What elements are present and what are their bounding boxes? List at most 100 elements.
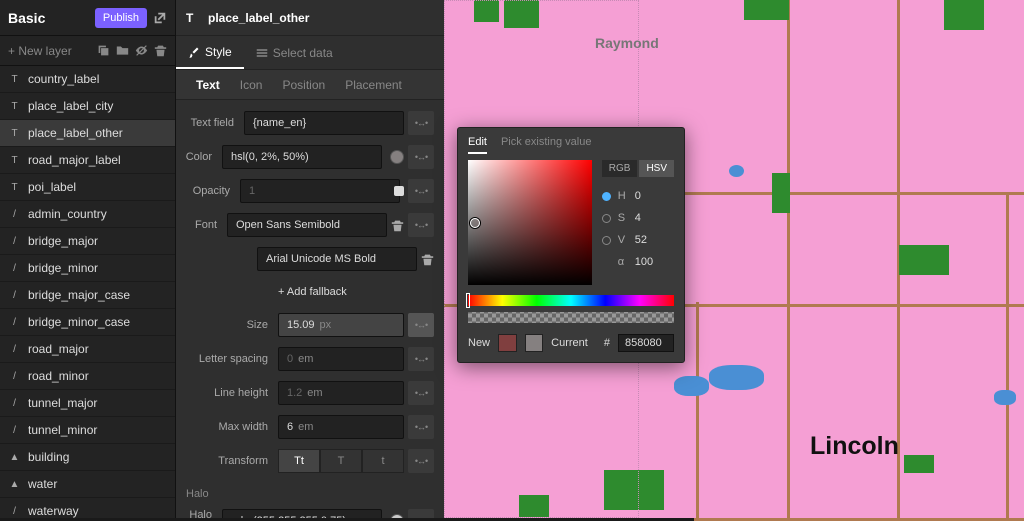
saturation-value-field[interactable]: [468, 160, 592, 285]
channel-radio-H[interactable]: [602, 192, 611, 201]
layer-item-admin_country[interactable]: /admin_country: [0, 201, 175, 228]
layer-name: tunnel_minor: [28, 423, 97, 437]
folder-icon[interactable]: [116, 44, 129, 57]
layer-type-icon: T: [186, 11, 200, 25]
layer-item-waterway[interactable]: /waterway: [0, 498, 175, 518]
line-height-value[interactable]: 1.2: [287, 387, 302, 399]
layer-item-tunnel_major[interactable]: / tunnel_major: [0, 390, 175, 417]
tab-style[interactable]: Style: [176, 36, 244, 69]
layer-type-icon: /: [8, 398, 21, 409]
hue-slider[interactable]: [468, 295, 674, 306]
letter-spacing-label: Letter spacing: [176, 353, 278, 365]
channel-value-V[interactable]: 52: [635, 234, 674, 246]
new-label: New: [468, 337, 490, 349]
hex-input[interactable]: [618, 334, 674, 352]
alpha-slider[interactable]: [468, 312, 674, 323]
layer-name: admin_country: [28, 207, 107, 221]
new-swatch: [498, 334, 517, 352]
font-secondary-input[interactable]: [257, 247, 417, 271]
channel-value-S[interactable]: 4: [635, 212, 674, 224]
subtab-text[interactable]: Text: [186, 70, 230, 99]
layer-item-bridge_minor_case[interactable]: /bridge_minor_case: [0, 309, 175, 336]
layer-type-icon: ▲: [8, 479, 21, 490]
current-label: Current: [551, 337, 588, 349]
color-input[interactable]: [222, 145, 382, 169]
brush-icon: [188, 46, 200, 58]
layer-item-poi_label[interactable]: Tpoi_label: [0, 174, 175, 201]
layer-item-bridge_major_case[interactable]: /bridge_major_case: [0, 282, 175, 309]
layer-name: road_major: [28, 342, 89, 356]
halo-section-header: Halo: [176, 478, 444, 504]
layer-item-building[interactable]: ▲building: [0, 444, 175, 471]
color-expr-button[interactable]: [408, 145, 434, 169]
opacity-input[interactable]: [240, 179, 400, 203]
transform-opt-2[interactable]: t: [362, 449, 404, 473]
external-link-icon[interactable]: [153, 11, 167, 25]
color-swatch[interactable]: [390, 150, 404, 164]
line-height-expr-button[interactable]: [408, 381, 434, 405]
size-expr-button[interactable]: [408, 313, 434, 337]
mode-rgb[interactable]: RGB: [602, 160, 638, 177]
layer-item-place_label_city[interactable]: Tplace_label_city: [0, 93, 175, 120]
layer-name: tunnel_major: [28, 396, 97, 410]
layer-type-icon: ▲: [8, 452, 21, 463]
new-layer-button[interactable]: + New layer: [8, 44, 91, 58]
layer-type-icon: /: [8, 506, 21, 517]
layer-type-icon: T: [8, 155, 21, 166]
halo-color-input[interactable]: [222, 509, 382, 518]
add-fallback-button[interactable]: + Add fallback: [278, 281, 347, 303]
picker-tab-edit[interactable]: Edit: [468, 136, 487, 154]
layer-item-road_major[interactable]: /road_major: [0, 336, 175, 363]
layer-item-tunnel_minor[interactable]: /tunnel_minor: [0, 417, 175, 444]
opacity-expr-button[interactable]: [408, 179, 434, 203]
max-width-expr-button[interactable]: [408, 415, 434, 439]
max-width-value[interactable]: 6: [287, 421, 293, 433]
layer-item-road_major_label[interactable]: Troad_major_label: [0, 147, 175, 174]
halo-color-label: Halo color: [176, 509, 222, 518]
publish-button[interactable]: Publish: [95, 8, 147, 28]
text-field-expr-button[interactable]: [408, 111, 434, 135]
color-label: Color: [176, 151, 222, 163]
font-primary-input[interactable]: [227, 213, 387, 237]
font-expr-button[interactable]: [408, 213, 434, 237]
duplicate-icon[interactable]: [97, 44, 110, 57]
layer-type-icon: T: [8, 128, 21, 139]
transform-opt-0[interactable]: Tt: [278, 449, 320, 473]
letter-spacing-expr-button[interactable]: [408, 347, 434, 371]
alpha-value[interactable]: 100: [635, 256, 674, 268]
subtab-position[interactable]: Position: [272, 70, 335, 99]
subtab-icon[interactable]: Icon: [230, 70, 273, 99]
halo-color-expr-button[interactable]: [408, 509, 434, 518]
layer-type-icon: T: [8, 101, 21, 112]
layer-item-country_label[interactable]: Tcountry_label: [0, 66, 175, 93]
mode-hsv[interactable]: HSV: [639, 160, 674, 177]
trash-icon[interactable]: [421, 253, 434, 266]
layer-type-icon: T: [8, 182, 21, 193]
panel-header: T place_label_other: [176, 0, 444, 36]
subtab-placement[interactable]: Placement: [335, 70, 412, 99]
text-field-input[interactable]: [244, 111, 404, 135]
letter-spacing-value[interactable]: 0: [287, 353, 293, 365]
channel-radio-V[interactable]: [602, 236, 611, 245]
channel-radio-S[interactable]: [602, 214, 611, 223]
layer-item-road_minor[interactable]: /road_minor: [0, 363, 175, 390]
trash-icon[interactable]: [391, 219, 404, 232]
hide-icon[interactable]: [135, 44, 148, 57]
halo-color-swatch[interactable]: [390, 514, 404, 518]
channel-value-H[interactable]: 0: [635, 190, 674, 202]
color-picker-popover: Edit Pick existing value RGB HSV H0S4V52…: [457, 127, 685, 363]
transform-expr-button[interactable]: [408, 449, 434, 473]
trash-icon[interactable]: [154, 44, 167, 57]
alpha-label: α: [618, 256, 628, 268]
picker-tab-existing[interactable]: Pick existing value: [501, 136, 592, 154]
sliders-icon: [256, 47, 268, 59]
layer-item-water[interactable]: ▲water: [0, 471, 175, 498]
size-value[interactable]: 15.09: [287, 319, 315, 331]
layer-item-bridge_major[interactable]: /bridge_major: [0, 228, 175, 255]
layer-name: place_label_other: [28, 126, 123, 140]
layer-item-bridge_minor[interactable]: /bridge_minor: [0, 255, 175, 282]
transform-opt-1[interactable]: T: [320, 449, 362, 473]
layer-type-icon: /: [8, 290, 21, 301]
tab-select-data[interactable]: Select data: [244, 36, 345, 69]
layer-item-place_label_other[interactable]: Tplace_label_other: [0, 120, 175, 147]
